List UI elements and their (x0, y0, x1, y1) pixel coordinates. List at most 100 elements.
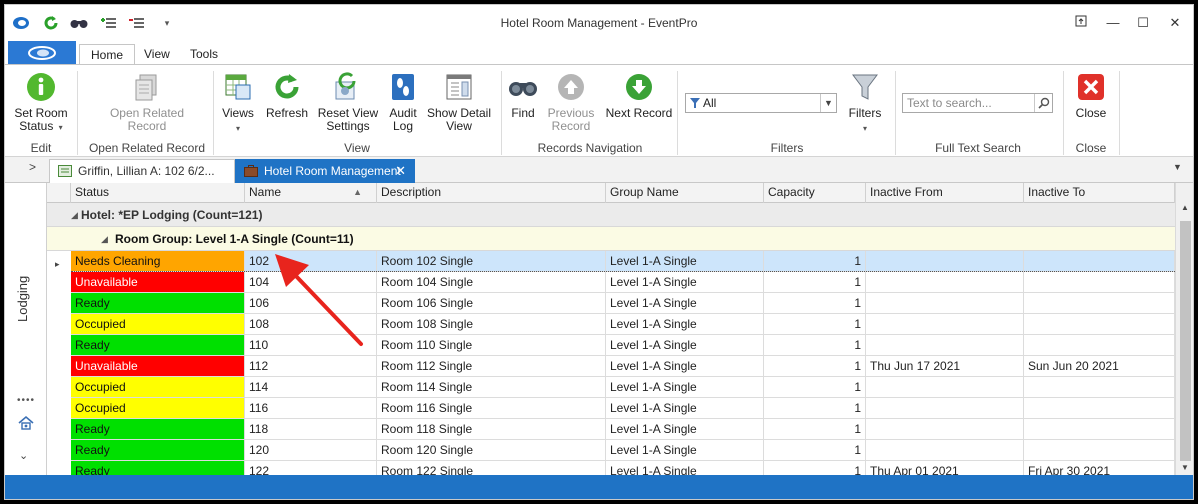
cell-name[interactable]: 106 (245, 293, 377, 313)
refresh-button[interactable]: Refresh (263, 71, 311, 120)
table-row[interactable]: Needs Cleaning 102 Room 102 Single Level 1-… (71, 251, 1175, 272)
cell-status[interactable]: Occupied (71, 314, 245, 334)
cell-inactive-to[interactable] (1024, 314, 1175, 334)
table-row[interactable]: Ready 120 Room 120 Single Level 1-A Single 1 (71, 440, 1175, 461)
scrollbar-thumb[interactable] (1180, 221, 1191, 461)
previous-record-button[interactable]: Previous Record (545, 71, 597, 133)
cell-inactive-to[interactable]: Sun Jun 20 2021 (1024, 356, 1175, 376)
cell-inactive-to[interactable] (1024, 251, 1175, 271)
cell-description[interactable]: Room 108 Single (377, 314, 606, 334)
cell-description[interactable]: Room 114 Single (377, 377, 606, 397)
cell-name[interactable]: 112 (245, 356, 377, 376)
cell-status[interactable]: Occupied (71, 398, 245, 418)
cell-description[interactable]: Room 118 Single (377, 419, 606, 439)
views-button[interactable]: Views ▾ (217, 71, 259, 135)
set-room-status-button[interactable]: Set Room Status ▾ (9, 71, 73, 134)
chevron-right-icon[interactable]: > (29, 160, 36, 174)
search-input[interactable] (903, 94, 1033, 112)
cell-group-name[interactable]: Level 1-A Single (606, 398, 764, 418)
cell-name[interactable]: 102 (245, 251, 377, 271)
cell-name[interactable]: 118 (245, 419, 377, 439)
audit-log-button[interactable]: Audit Log (383, 71, 423, 133)
cell-group-name[interactable]: Level 1-A Single (606, 251, 764, 271)
filters-button[interactable]: Filters ▾ (843, 71, 887, 135)
application-menu-button[interactable] (8, 41, 76, 65)
cell-status[interactable]: Ready (71, 335, 245, 355)
cell-name[interactable]: 120 (245, 440, 377, 460)
cell-group-name[interactable]: Level 1-A Single (606, 314, 764, 334)
cell-capacity[interactable]: 1 (764, 293, 866, 313)
cell-name[interactable]: 116 (245, 398, 377, 418)
cell-name[interactable]: 110 (245, 335, 377, 355)
doc-tab-hotel-room-management[interactable]: Hotel Room Management ✕ (235, 159, 415, 183)
cell-group-name[interactable]: Level 1-A Single (606, 335, 764, 355)
cell-capacity[interactable]: 1 (764, 377, 866, 397)
cell-capacity[interactable]: 1 (764, 398, 866, 418)
maximize-button[interactable]: ☐ (1131, 13, 1155, 33)
cell-inactive-from[interactable] (866, 398, 1024, 418)
cell-status[interactable]: Unavailable (71, 356, 245, 376)
cell-name[interactable]: 114 (245, 377, 377, 397)
rail-chevron-down-icon[interactable]: ⌄ (19, 449, 28, 462)
show-detail-view-button[interactable]: Show Detail View (425, 71, 493, 133)
cell-inactive-from[interactable] (866, 335, 1024, 355)
group-row-hotel[interactable]: ◢ Hotel: *EP Lodging (Count=121) (47, 203, 1175, 227)
cell-description[interactable]: Room 112 Single (377, 356, 606, 376)
search-icon[interactable] (1034, 94, 1052, 112)
cell-capacity[interactable]: 1 (764, 314, 866, 334)
cell-capacity[interactable]: 1 (764, 272, 866, 292)
cell-group-name[interactable]: Level 1-A Single (606, 461, 764, 475)
cell-inactive-to[interactable] (1024, 440, 1175, 460)
open-related-record-button[interactable]: Open Related Record (95, 71, 199, 133)
tab-list-chevron-icon[interactable]: ▼ (1173, 162, 1182, 172)
tab-tools[interactable]: Tools (179, 44, 229, 65)
cell-status[interactable]: Ready (71, 293, 245, 313)
cell-group-name[interactable]: Level 1-A Single (606, 356, 764, 376)
table-row[interactable]: Ready 106 Room 106 Single Level 1-A Single 1 (71, 293, 1175, 314)
tab-view[interactable]: View (133, 44, 181, 65)
cell-capacity[interactable]: 1 (764, 461, 866, 475)
chevron-down-icon[interactable]: ▼ (820, 94, 836, 112)
cell-description[interactable]: Room 104 Single (377, 272, 606, 292)
cell-inactive-from[interactable]: Thu Jun 17 2021 (866, 356, 1024, 376)
reset-view-settings-button[interactable]: Reset View Settings (313, 71, 383, 133)
cell-name[interactable]: 104 (245, 272, 377, 292)
table-row[interactable]: Ready 122 Room 122 Single Level 1-A Single 1… (71, 461, 1175, 475)
lodging-rail-label[interactable]: Lodging (15, 269, 35, 329)
cell-capacity[interactable]: 1 (764, 335, 866, 355)
cell-inactive-to[interactable] (1024, 272, 1175, 292)
collapse-triangle-icon[interactable]: ◢ (101, 227, 108, 251)
cell-inactive-from[interactable] (866, 251, 1024, 271)
cell-status[interactable]: Unavailable (71, 272, 245, 292)
table-row[interactable]: Occupied 114 Room 114 Single Level 1-A Sing… (71, 377, 1175, 398)
column-header-capacity[interactable]: Capacity (764, 183, 866, 203)
table-row[interactable]: Unavailable 104 Room 104 Single Level 1-A S… (71, 272, 1175, 293)
filter-select[interactable]: All ▼ (685, 93, 837, 113)
cell-inactive-to[interactable] (1024, 377, 1175, 397)
find-button[interactable]: Find (505, 71, 541, 120)
group-row-room-group[interactable]: ◢ Room Group: Level 1-A Single (Count=11… (47, 227, 1175, 251)
scroll-up-icon[interactable]: ▲ (1181, 203, 1189, 212)
table-row[interactable]: Unavailable 112 Room 112 Single Level 1-A S… (71, 356, 1175, 377)
cell-group-name[interactable]: Level 1-A Single (606, 293, 764, 313)
cell-inactive-from[interactable] (866, 377, 1024, 397)
cell-capacity[interactable]: 1 (764, 440, 866, 460)
cell-inactive-to[interactable]: Fri Apr 30 2021 (1024, 461, 1175, 475)
cell-status[interactable]: Occupied (71, 377, 245, 397)
cell-inactive-to[interactable] (1024, 335, 1175, 355)
cell-capacity[interactable]: 1 (764, 356, 866, 376)
cell-description[interactable]: Room 122 Single (377, 461, 606, 475)
home-icon[interactable] (18, 415, 34, 434)
cell-description[interactable]: Room 102 Single (377, 251, 606, 271)
column-header-description[interactable]: Description (377, 183, 606, 203)
column-header-name[interactable]: Name ▲ (245, 183, 377, 203)
cell-status[interactable]: Needs Cleaning (71, 251, 245, 271)
scroll-down-icon[interactable]: ▼ (1181, 463, 1189, 472)
vertical-scrollbar[interactable]: ▲ ▼ (1175, 183, 1193, 475)
cell-inactive-to[interactable] (1024, 293, 1175, 313)
cell-status[interactable]: Ready (71, 440, 245, 460)
cell-description[interactable]: Room 110 Single (377, 335, 606, 355)
restore-ribbon-icon[interactable] (1069, 13, 1093, 33)
column-header-inactive-to[interactable]: Inactive To (1024, 183, 1175, 203)
close-tab-icon[interactable]: ✕ (395, 160, 406, 182)
